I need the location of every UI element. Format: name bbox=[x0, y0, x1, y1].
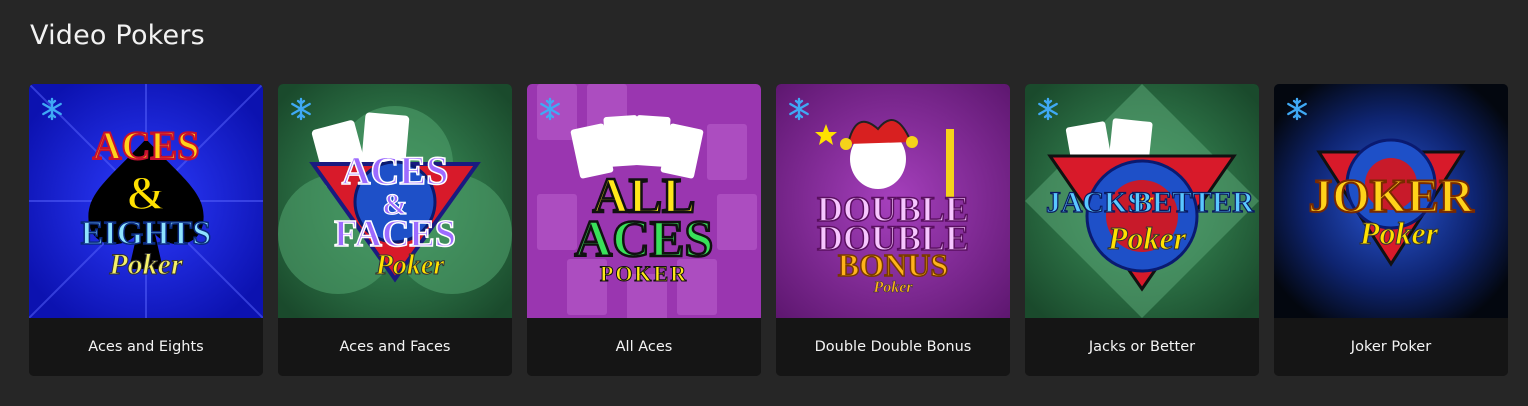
logo-line: Poker bbox=[1107, 220, 1187, 256]
game-title[interactable]: All Aces bbox=[527, 318, 761, 376]
game-card-jacks-or-better[interactable]: JACKS or BETTER Poker Jacks or Better bbox=[1025, 84, 1259, 376]
logo-line: FACES bbox=[334, 213, 456, 255]
game-card-aces-and-faces[interactable]: ACES & FACES Poker Aces and Faces bbox=[278, 84, 512, 376]
game-grid: ACES & EIGHTS Poker Aces and Eights ACES… bbox=[29, 84, 1508, 376]
game-card-aces-and-eights[interactable]: ACES & EIGHTS Poker Aces and Eights bbox=[29, 84, 263, 376]
game-card-joker-poker[interactable]: JOKER Poker Joker Poker bbox=[1274, 84, 1508, 376]
logo-line: JACKS bbox=[1046, 186, 1144, 219]
snowflake-icon bbox=[540, 97, 560, 121]
game-thumbnail[interactable]: ALL ACES POKER bbox=[527, 84, 761, 318]
game-title[interactable]: Joker Poker bbox=[1274, 318, 1508, 376]
game-card-double-double-bonus[interactable]: DOUBLE DOUBLE BONUS Poker Double Double … bbox=[776, 84, 1010, 376]
section-title: Video Pokers bbox=[30, 20, 205, 51]
logo-line: & bbox=[126, 167, 166, 220]
snowflake-icon bbox=[1038, 97, 1058, 121]
logo-line: Poker bbox=[108, 248, 183, 281]
snowflake-icon bbox=[1287, 97, 1307, 121]
logo-line: Poker bbox=[872, 279, 913, 296]
logo-line: BONUS bbox=[838, 247, 948, 283]
logo-line: ACES bbox=[575, 211, 714, 268]
game-title[interactable]: Aces and Eights bbox=[29, 318, 263, 376]
game-thumbnail[interactable]: DOUBLE DOUBLE BONUS Poker bbox=[776, 84, 1010, 318]
game-thumbnail[interactable]: ACES & FACES Poker bbox=[278, 84, 512, 318]
snowflake-icon bbox=[291, 97, 311, 121]
logo-line: Poker bbox=[375, 250, 446, 281]
logo-line: ACES bbox=[342, 148, 449, 193]
game-title[interactable]: Jacks or Better bbox=[1025, 318, 1259, 376]
snowflake-icon bbox=[789, 97, 809, 121]
game-card-all-aces[interactable]: ALL ACES POKER All Aces bbox=[527, 84, 761, 376]
game-title[interactable]: Aces and Faces bbox=[278, 318, 512, 376]
game-thumbnail[interactable]: JOKER Poker bbox=[1274, 84, 1508, 318]
logo-line: EIGHTS bbox=[81, 215, 211, 252]
logo-line: BETTER bbox=[1132, 186, 1254, 219]
game-thumbnail[interactable]: JACKS or BETTER Poker bbox=[1025, 84, 1259, 318]
game-title[interactable]: Double Double Bonus bbox=[776, 318, 1010, 376]
game-thumbnail[interactable]: ACES & EIGHTS Poker bbox=[29, 84, 263, 318]
snowflake-icon bbox=[42, 97, 62, 121]
logo-line: ACES bbox=[93, 123, 200, 168]
logo-line: POKER bbox=[600, 261, 688, 286]
logo-line: Poker bbox=[1359, 215, 1439, 251]
